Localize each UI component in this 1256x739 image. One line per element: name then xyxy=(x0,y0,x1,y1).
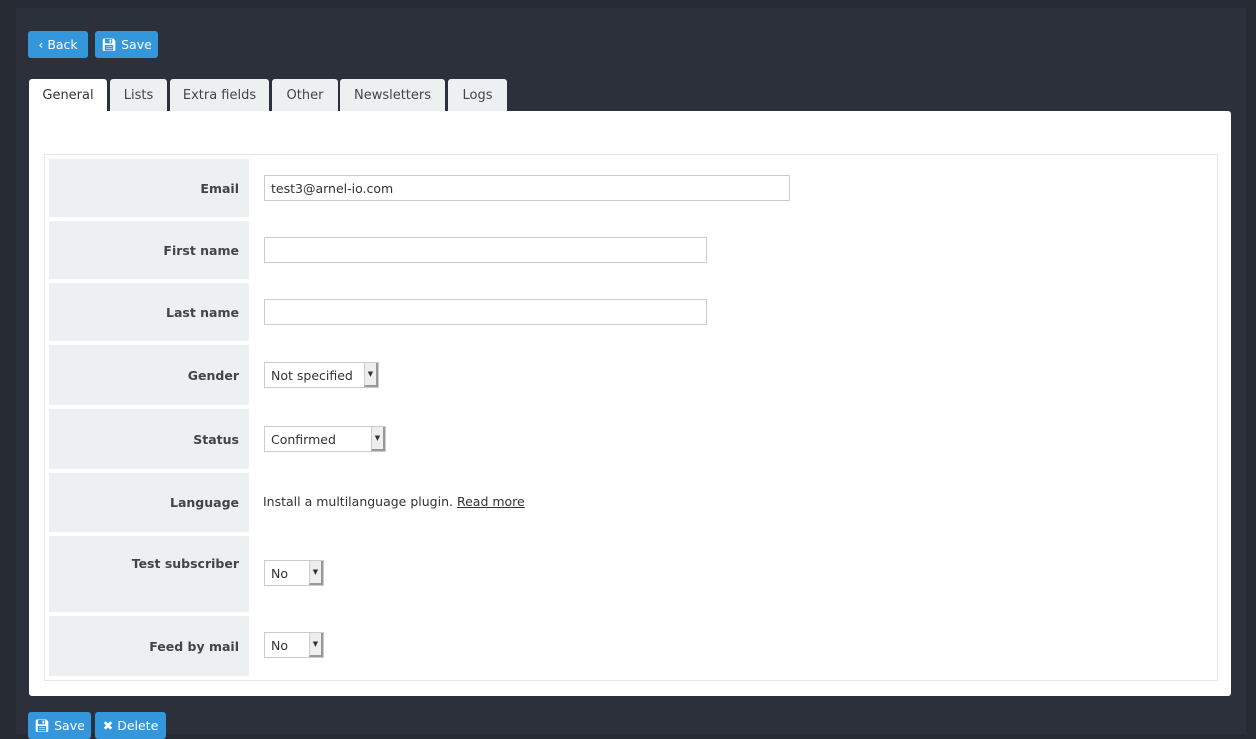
feed-by-mail-label: Feed by mail xyxy=(49,616,249,676)
caret-down-icon: ▼ xyxy=(309,561,323,585)
general-panel: Email test3@arnel-io.com First name Last … xyxy=(29,111,1231,696)
footer-save-button[interactable]: 💾︎ Save xyxy=(28,712,91,739)
caret-down-icon: ▼ xyxy=(371,427,385,451)
close-icon: ✖ xyxy=(102,718,114,733)
last-name-label: Last name xyxy=(49,283,249,341)
email-field[interactable]: test3@arnel-io.com xyxy=(264,175,790,201)
first-name-label: First name xyxy=(49,221,249,279)
email-label: Email xyxy=(49,159,249,217)
tab-other[interactable]: Other xyxy=(272,79,338,111)
feed-by-mail-select[interactable]: No ▼ xyxy=(264,632,324,658)
feed-by-mail-row: Feed by mail No ▼ xyxy=(49,616,1213,676)
feed-by-mail-value: No xyxy=(271,637,288,653)
gender-value: Not specified xyxy=(271,367,353,383)
tab-newsletters[interactable]: Newsletters xyxy=(340,79,445,111)
read-more-link[interactable]: Read more xyxy=(457,494,525,509)
tab-lists[interactable]: Lists xyxy=(110,79,167,111)
gender-select[interactable]: Not specified ▼ xyxy=(264,362,379,388)
last-name-row: Last name xyxy=(49,283,1213,341)
language-text: Install a multilanguage plugin. xyxy=(263,494,453,509)
status-label: Status xyxy=(49,409,249,469)
last-name-field[interactable] xyxy=(264,299,707,325)
language-row: Language Install a multilanguage plugin. … xyxy=(49,473,1213,532)
gender-label: Gender xyxy=(49,345,249,405)
back-button[interactable]: ‹ Back xyxy=(28,31,88,58)
language-label: Language xyxy=(49,473,249,532)
floppy-icon: 💾︎ xyxy=(34,717,51,733)
first-name-row: First name xyxy=(49,221,1213,279)
delete-button[interactable]: ✖ Delete xyxy=(95,712,166,739)
tab-general[interactable]: General xyxy=(29,79,107,111)
status-value: Confirmed xyxy=(271,431,336,447)
save-button[interactable]: 💾︎ Save xyxy=(95,31,158,58)
first-name-field[interactable] xyxy=(264,237,707,263)
test-subscriber-label: Test subscriber xyxy=(49,536,249,612)
chevron-left-icon: ‹ xyxy=(38,37,44,52)
caret-down-icon: ▼ xyxy=(309,633,323,657)
status-row: Status Confirmed ▼ xyxy=(49,409,1213,469)
status-select[interactable]: Confirmed ▼ xyxy=(264,426,386,452)
gender-row: Gender Not specified ▼ xyxy=(49,345,1213,405)
test-subscriber-select[interactable]: No ▼ xyxy=(264,560,324,586)
floppy-icon: 💾︎ xyxy=(101,36,118,52)
test-subscriber-value: No xyxy=(271,565,288,581)
subscriber-form: Email test3@arnel-io.com First name Last … xyxy=(44,154,1218,681)
tab-extra-fields[interactable]: Extra fields xyxy=(170,79,269,111)
tab-logs[interactable]: Logs xyxy=(448,79,507,111)
email-row: Email test3@arnel-io.com xyxy=(49,159,1213,217)
caret-down-icon: ▼ xyxy=(364,363,378,387)
test-subscriber-row: Test subscriber No ▼ xyxy=(49,536,1213,612)
